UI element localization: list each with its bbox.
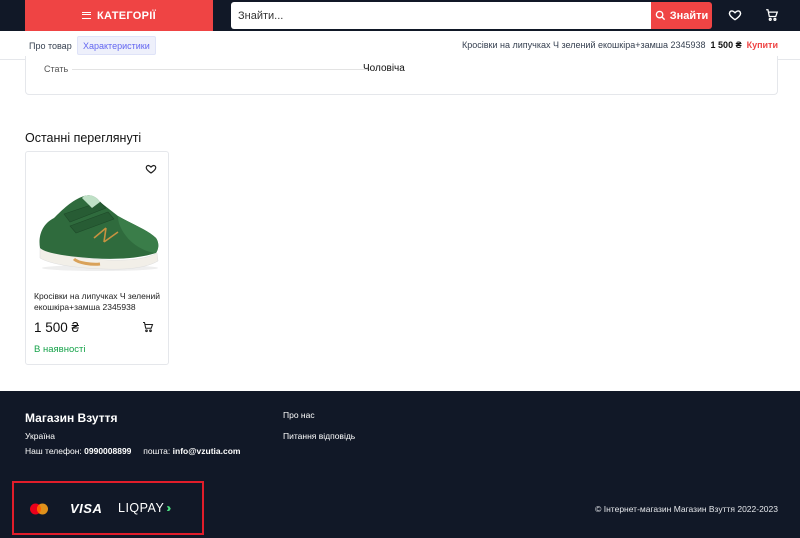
spec-divider: [72, 69, 372, 70]
categories-button[interactable]: КАТЕГОРІЇ: [25, 0, 213, 31]
search-button[interactable]: Знайти: [651, 2, 712, 29]
cart-icon[interactable]: [765, 8, 779, 22]
tab-characteristics-label: Характеристики: [83, 40, 150, 51]
spec-label: Стать: [44, 64, 69, 74]
product-card[interactable]: Кросівки на липучках Ч зелений екошкіра+…: [25, 151, 169, 365]
footer: Магазин Взуття Україна Наш телефон: 0990…: [0, 391, 800, 538]
spec-value: Чоловіча: [363, 63, 405, 74]
search-button-label: Знайти: [669, 9, 709, 22]
availability-status: В наявності: [34, 344, 86, 355]
email-link[interactable]: info@vzutia.com: [173, 446, 241, 456]
copyright: © Інтернет-магазин Магазин Взуття 2022-2…: [595, 504, 778, 514]
phone-link[interactable]: 0990008899: [84, 446, 131, 456]
chevron-right-icon: ››: [166, 501, 171, 515]
top-header: КАТЕГОРІЇ Знайти: [0, 0, 800, 31]
product-image[interactable]: [34, 180, 162, 275]
mastercard-logo: [30, 503, 48, 515]
search-box: [231, 2, 651, 29]
sticky-product-price: 1 500 ₴: [710, 40, 742, 50]
liqpay-text: LIQPAY: [118, 501, 165, 515]
footer-link-faq[interactable]: Питання відповідь: [283, 431, 355, 441]
product-name[interactable]: Кросівки на липучках Ч зелений екошкіра+…: [34, 291, 164, 313]
footer-country: Україна: [25, 431, 55, 441]
add-to-cart-icon[interactable]: [142, 321, 154, 333]
footer-store-name: Магазин Взуття: [25, 411, 118, 425]
search-input[interactable]: [231, 2, 651, 29]
product-price: 1 500 ₴: [34, 320, 80, 335]
tab-about-product[interactable]: Про товар: [24, 36, 77, 55]
recently-viewed-title: Останні переглянуті: [25, 131, 142, 145]
sticky-product-name: Кросівки на липучках Ч зелений екошкіра+…: [462, 40, 706, 50]
phone-label: Наш телефон:: [25, 446, 82, 456]
tab-characteristics[interactable]: Характеристики: [77, 36, 156, 55]
liqpay-logo: LIQPAY ››: [118, 501, 171, 515]
visa-logo: VISA: [70, 501, 103, 516]
footer-link-about[interactable]: Про нас: [283, 410, 315, 420]
heart-icon[interactable]: [145, 163, 157, 175]
heart-icon[interactable]: [728, 8, 742, 22]
menu-icon: [82, 12, 92, 19]
buy-button[interactable]: Купити: [747, 40, 778, 50]
sticky-product-summary: Кросівки на липучках Ч зелений екошкіра+…: [462, 40, 778, 50]
footer-contacts: Наш телефон: 0990008899 пошта: info@vzut…: [25, 446, 240, 456]
characteristics-card: Стать Чоловіча: [25, 56, 778, 95]
categories-label: КАТЕГОРІЇ: [97, 9, 156, 22]
search-icon: [655, 10, 665, 21]
tab-about-label: Про товар: [29, 40, 72, 51]
email-label: пошта:: [143, 446, 171, 456]
